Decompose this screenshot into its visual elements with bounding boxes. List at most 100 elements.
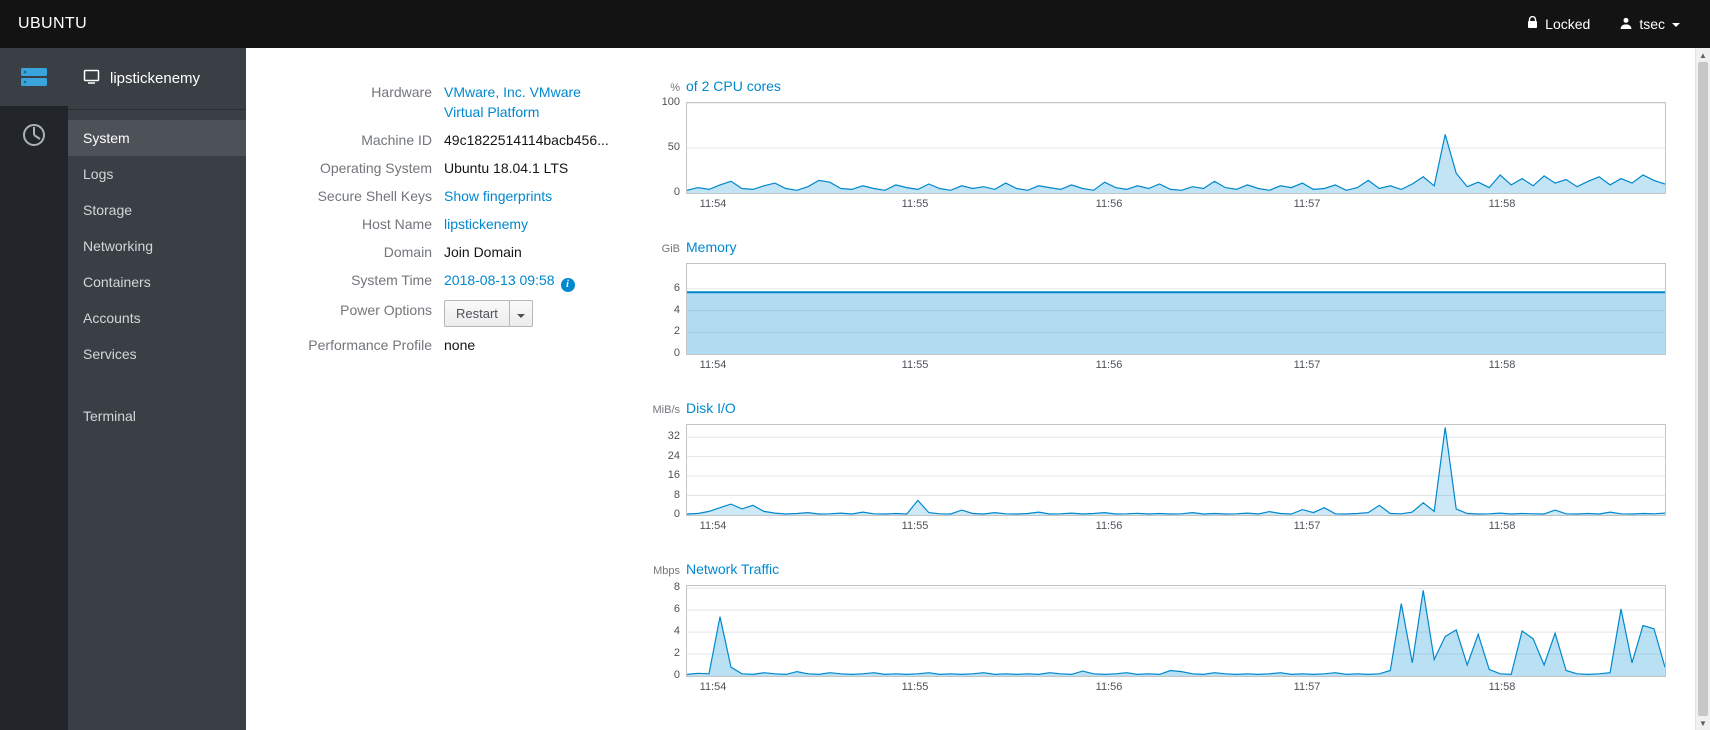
user-name-label: tsec	[1639, 16, 1665, 32]
sidebar-item-system[interactable]: System	[68, 120, 246, 156]
restart-button[interactable]: Restart	[444, 300, 510, 327]
info-row: Domain Join Domain	[246, 238, 646, 266]
x-tick-label: 11:54	[699, 681, 727, 693]
y-tick-label: 100	[661, 96, 680, 108]
sidebar-nav: System Logs Storage Networking Containers Acc…	[68, 110, 246, 434]
scroll-up-arrow[interactable]: ▲	[1696, 48, 1710, 62]
y-tick-label: 0	[673, 186, 680, 198]
sidebar-item-logs[interactable]: Logs	[68, 156, 246, 192]
y-tick-label: 6	[673, 282, 680, 294]
top-navbar: UBUNTU Locked tsec	[0, 0, 1710, 48]
info-value: VMware, Inc. VMware Virtual Platform	[444, 82, 622, 122]
chart-network-traffic: Mbps Network Traffic 0 2 4 6 8 11:54 11:55 11:56 1…	[646, 561, 1695, 696]
info-label: System Time	[351, 272, 432, 288]
host-icon	[83, 68, 100, 89]
chart-title-of-2-cpu-cores[interactable]: of 2 CPU cores	[686, 78, 781, 94]
info-row: Machine ID 49c1822514114bacb456...	[246, 126, 646, 154]
y-tick-label: 0	[673, 347, 680, 359]
x-tick-label: 11:54	[699, 359, 727, 371]
info-value: Restart	[444, 300, 622, 327]
main-content: Hardware VMware, Inc. VMware Virtual Plat…	[246, 48, 1695, 730]
machine-id-value: 49c1822514114bacb456...	[444, 132, 609, 148]
chevron-down-icon	[1672, 23, 1680, 27]
system-info: Hardware VMware, Inc. VMware Virtual Plat…	[246, 78, 646, 730]
locked-indicator[interactable]: Locked	[1527, 15, 1590, 32]
user-menu[interactable]: tsec	[1620, 16, 1680, 32]
time-info-icon[interactable]: i	[560, 278, 575, 292]
system-time-link[interactable]: 2018-08-13 09:58	[444, 272, 555, 288]
chart-unit-label: GiB	[661, 243, 680, 255]
chart-memory: GiB Memory 0 2 4 6 11:54 11:55 11:56 11:57 11:58	[646, 239, 1695, 374]
plot-area-network-traffic[interactable]	[686, 585, 1666, 677]
x-tick-label: 11:56	[1095, 359, 1123, 371]
plot-area-of-2-cpu-cores[interactable]	[686, 102, 1666, 194]
hardware-link[interactable]: VMware, Inc. VMware Virtual Platform	[444, 84, 581, 120]
chart-body: 0 2 4 6	[646, 263, 1695, 359]
scroll-down-arrow[interactable]: ▼	[1696, 716, 1710, 730]
y-tick-label: 6	[673, 603, 680, 615]
dashboard-app-icon[interactable]	[0, 106, 68, 164]
y-tick-label: 4	[673, 304, 680, 316]
chevron-down-icon	[516, 314, 525, 318]
sidebar-item-accounts[interactable]: Accounts	[68, 300, 246, 336]
performance-profile-value: none	[444, 337, 476, 353]
x-tick-label: 11:56	[1095, 198, 1123, 210]
y-tick-label: 24	[667, 450, 680, 462]
sidebar-item-services[interactable]: Services	[68, 336, 246, 372]
machines-app-icon[interactable]	[0, 48, 68, 106]
plot-area-disk-i-o[interactable]	[686, 424, 1666, 516]
x-axis: 11:54 11:55 11:56 11:57 11:58	[686, 520, 1666, 535]
y-tick-label: 2	[673, 325, 680, 337]
operating-system-value: Ubuntu 18.04.1 LTS	[444, 160, 569, 176]
power-options-dropdown-toggle[interactable]	[508, 300, 533, 327]
x-tick-label: 11:57	[1293, 359, 1321, 371]
x-tick-label: 11:57	[1293, 198, 1321, 210]
chart-unit-label: MiB/s	[652, 404, 681, 416]
chart-head: GiB Memory	[646, 239, 1695, 257]
chart-title-network-traffic[interactable]: Network Traffic	[686, 561, 779, 577]
y-axis: 0 2 4 6	[646, 263, 686, 359]
scrollbar-thumb[interactable]	[1698, 62, 1708, 716]
y-tick-label: 0	[673, 669, 680, 681]
y-tick-label: 32	[667, 430, 680, 442]
chart-title-disk-i-o[interactable]: Disk I/O	[686, 400, 736, 416]
sidebar-item-networking[interactable]: Networking	[68, 228, 246, 264]
chart-body: 0 8 16 24 32	[646, 424, 1695, 520]
y-tick-label: 0	[673, 508, 680, 520]
info-label: Domain	[383, 244, 432, 260]
x-tick-label: 11:57	[1293, 681, 1321, 693]
info-value: lipstickenemy	[444, 214, 622, 234]
host-name-link[interactable]: lipstickenemy	[444, 216, 528, 232]
info-value: 49c1822514114bacb456...	[444, 130, 622, 150]
info-value: none	[444, 335, 622, 355]
chart-unit-label: %	[670, 82, 680, 94]
chart-head: % of 2 CPU cores	[646, 78, 1695, 96]
x-tick-label: 11:55	[901, 681, 929, 693]
sidebar: lipstickenemy System Logs Storage Networkin…	[68, 48, 246, 730]
info-label: Hardware	[371, 84, 432, 100]
sidebar-item-containers[interactable]: Containers	[68, 264, 246, 300]
info-row: Hardware VMware, Inc. VMware Virtual Plat…	[246, 78, 646, 126]
y-tick-label: 8	[673, 489, 680, 501]
y-tick-label: 8	[673, 581, 680, 593]
show-fingerprints-link[interactable]: Show fingerprints	[444, 188, 552, 204]
x-tick-label: 11:56	[1095, 520, 1123, 532]
user-icon	[1620, 16, 1632, 32]
info-value: Show fingerprints	[444, 186, 622, 206]
x-axis: 11:54 11:55 11:56 11:57 11:58	[686, 198, 1666, 213]
y-axis: 0 50 100	[646, 96, 686, 198]
info-label: Power Options	[340, 302, 432, 318]
x-tick-label: 11:57	[1293, 520, 1321, 532]
host-selector[interactable]: lipstickenemy	[68, 48, 246, 110]
chart-title-memory[interactable]: Memory	[686, 239, 737, 255]
chart-head: Mbps Network Traffic	[646, 561, 1695, 579]
plot-area-memory[interactable]	[686, 263, 1666, 355]
join-domain-link[interactable]: Join Domain	[444, 244, 522, 260]
sidebar-item-terminal[interactable]: Terminal	[68, 398, 246, 434]
vertical-scrollbar[interactable]: ▲ ▼	[1695, 48, 1710, 730]
x-tick-label: 11:55	[901, 520, 929, 532]
sidebar-item-storage[interactable]: Storage	[68, 192, 246, 228]
chart-disk-i-o: MiB/s Disk I/O 0 8 16 24 32 11:54 11:55 11:56 11:5…	[646, 400, 1695, 535]
y-axis: 0 2 4 6 8	[646, 581, 686, 681]
info-row: Power Options Restart	[246, 296, 646, 331]
